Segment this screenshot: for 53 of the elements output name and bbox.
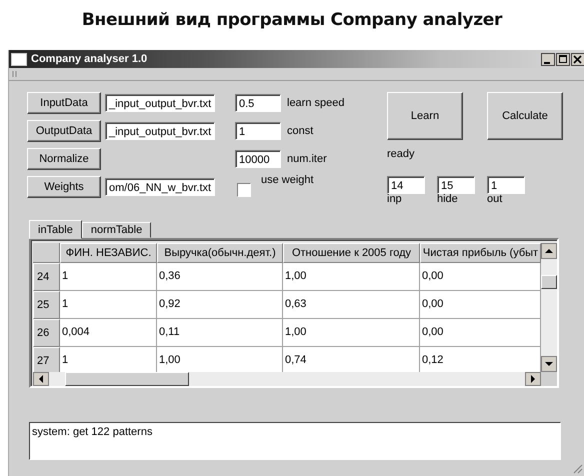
column-header[interactable]: ФИН. НЕЗАВИС. xyxy=(60,243,157,263)
scroll-thumb[interactable] xyxy=(65,372,189,386)
action-button[interactable]: Calculate xyxy=(487,92,563,140)
column-header[interactable]: Выручка(обычн.деят.) xyxy=(157,243,283,263)
param-field[interactable]: 10000 xyxy=(235,150,281,168)
file-button[interactable]: Weights xyxy=(27,176,101,198)
file-path-field[interactable]: _input_output_bvr.txt xyxy=(105,94,215,112)
row-header[interactable]: 26 xyxy=(33,319,60,347)
checkbox-label: use weight xyxy=(261,174,314,186)
file-button[interactable]: Normalize xyxy=(27,148,101,170)
param-label: const xyxy=(287,125,314,137)
window-title: Company analyser 1.0 xyxy=(31,53,148,65)
scroll-left-icon[interactable] xyxy=(33,372,49,386)
maximize-icon[interactable] xyxy=(556,52,570,66)
log-output: system: get 122 patterns xyxy=(29,422,561,460)
close-icon[interactable] xyxy=(571,52,584,66)
column-header[interactable]: Чистая прибыль (убыт xyxy=(420,243,541,263)
layer-label: out xyxy=(487,194,504,205)
param-label: learn speed xyxy=(287,97,344,109)
column-header[interactable]: Отношение к 2005 году xyxy=(283,243,420,263)
row-header[interactable]: 25 xyxy=(33,291,60,319)
scrollbar-corner xyxy=(541,372,557,386)
layer-size-field[interactable]: 15 xyxy=(437,176,475,194)
param-field[interactable]: 1 xyxy=(235,122,281,140)
file-path-field[interactable]: om/06_NN_w_bvr.txt xyxy=(105,178,215,196)
grip-icon xyxy=(12,71,17,77)
row-header[interactable]: 27 xyxy=(33,347,60,372)
layer-label: hide xyxy=(437,194,459,205)
vertical-scrollbar[interactable] xyxy=(541,243,557,372)
grid-corner xyxy=(33,243,60,263)
param-label: num.iter xyxy=(287,153,327,165)
action-button[interactable]: Learn xyxy=(387,92,463,140)
page-heading: Внешний вид программы Company analyzer xyxy=(80,9,504,32)
scroll-down-icon[interactable] xyxy=(541,356,557,372)
layer-label: inp xyxy=(387,194,403,205)
layer-size-field[interactable]: 14 xyxy=(387,176,425,194)
resize-grip-icon[interactable] xyxy=(573,464,583,474)
file-path-field[interactable]: _input_output_bvr.txt xyxy=(105,122,215,140)
use-weight-checkbox[interactable] xyxy=(237,183,251,197)
scroll-right-icon[interactable] xyxy=(525,372,541,386)
horizontal-scrollbar[interactable] xyxy=(33,372,557,386)
table-tab[interactable]: inTable xyxy=(29,220,82,239)
window-icon xyxy=(11,52,27,66)
file-button[interactable]: OutputData xyxy=(27,120,101,142)
status-text: ready xyxy=(387,148,416,162)
scroll-up-icon[interactable] xyxy=(541,243,557,259)
scroll-thumb[interactable] xyxy=(541,275,557,289)
param-field[interactable]: 0.5 xyxy=(235,94,281,112)
row-header[interactable]: 24 xyxy=(33,263,60,291)
minimize-icon[interactable] xyxy=(541,52,555,66)
table-tab[interactable]: normTable xyxy=(82,222,152,238)
layer-size-field[interactable]: 1 xyxy=(487,176,525,194)
file-button[interactable]: InputData xyxy=(27,92,101,114)
